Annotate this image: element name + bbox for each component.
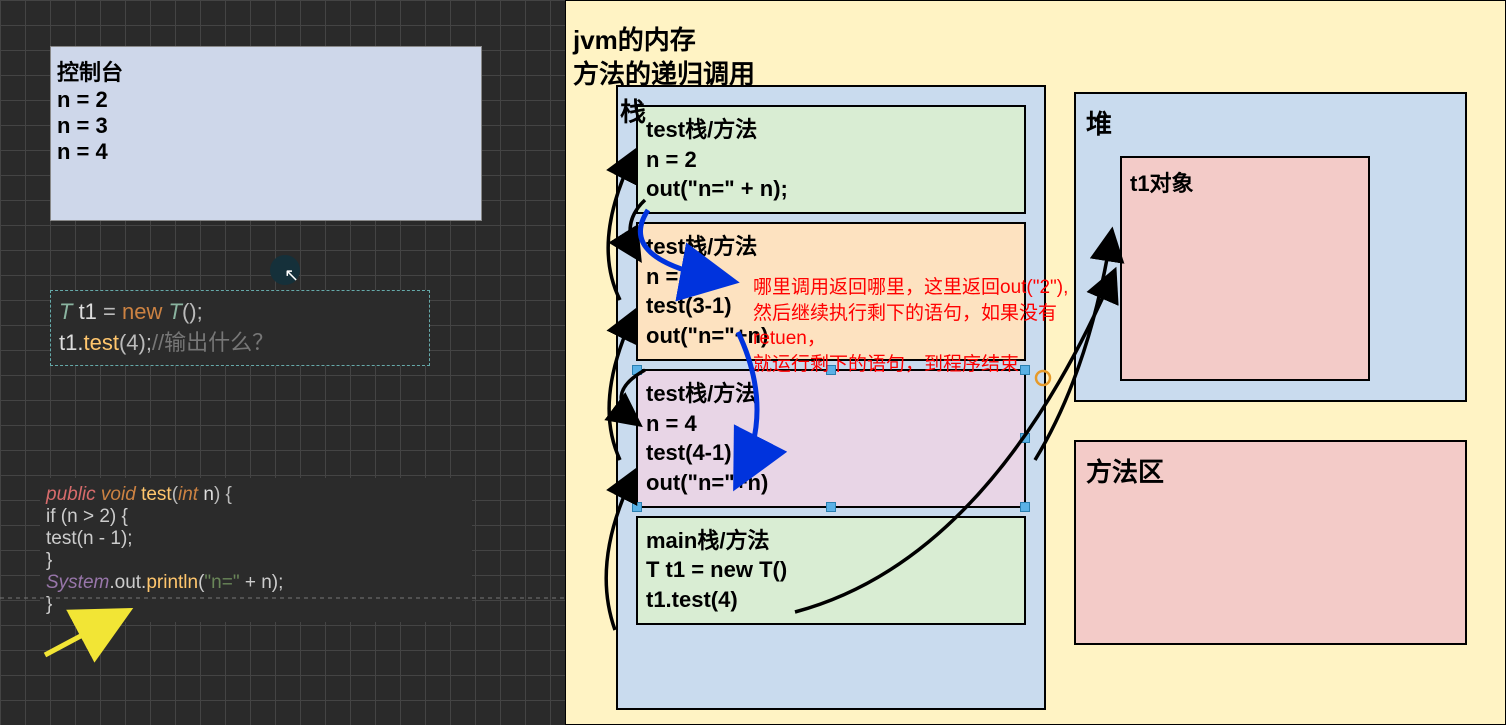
code-line: } (46, 594, 466, 616)
jvm-title-1: jvm的内存 (573, 20, 696, 57)
stack-frame-n4[interactable]: test栈/方法 n = 4 test(4-1) out("n="+n) (636, 369, 1026, 508)
code-line: t1.test(4);//输出什么？ (59, 325, 421, 357)
frame-var: n = 2 (646, 145, 1016, 175)
frame-code: T t1 = new T() (646, 555, 1016, 585)
frame-title: test栈/方法 (646, 379, 1016, 409)
selection-handle[interactable] (826, 502, 836, 512)
frame-title: test栈/方法 (646, 232, 1016, 262)
frame-title: test栈/方法 (646, 115, 1016, 145)
code-line: T t1 = new T(); (59, 299, 421, 325)
console-line-3: n = 4 (57, 139, 475, 165)
stack-label: 栈 (620, 92, 646, 129)
code-snippet-method[interactable]: public void test(int n) { if (n > 2) { t… (40, 478, 472, 622)
frame-var: n = 4 (646, 409, 1016, 439)
note-line: 哪里调用返回哪里，这里返回out("2"), (753, 275, 1123, 301)
console-line-1: n = 2 (57, 87, 475, 113)
heap-object-t1[interactable]: t1对象 (1120, 156, 1370, 381)
code-line: System.out.println("n=" + n); (46, 572, 466, 594)
method-area[interactable]: 方法区 (1074, 440, 1467, 645)
heap-area[interactable]: 堆 t1对象 (1074, 92, 1467, 402)
code-snippet-main[interactable]: T t1 = new T(); t1.test(4);//输出什么？ (50, 290, 430, 366)
stack-frame-main[interactable]: main栈/方法 T t1 = new T() t1.test(4) (636, 516, 1026, 625)
code-line: } (46, 550, 466, 572)
frame-title: main栈/方法 (646, 526, 1016, 556)
code-line: test(n - 1); (46, 528, 466, 550)
stack-area[interactable]: test栈/方法 n = 2 out("n=" + n); test栈/方法 n… (616, 85, 1046, 710)
selection-handle[interactable] (1020, 433, 1030, 443)
cursor-icon: ↖ (284, 265, 299, 286)
note-line: 就运行剩下的语句，到程序结束 (753, 352, 1123, 378)
frame-out: out("n="+n) (646, 468, 1016, 498)
console-line-2: n = 3 (57, 113, 475, 139)
selection-handle[interactable] (632, 365, 642, 375)
heap-object-label: t1对象 (1130, 171, 1194, 196)
stack-frame-n2[interactable]: test栈/方法 n = 2 out("n=" + n); (636, 105, 1026, 214)
console-title: 控制台 (57, 55, 475, 87)
frame-code: out("n=" + n); (646, 174, 1016, 204)
frame-code: t1.test(4) (646, 585, 1016, 615)
note-line: 然后继续执行剩下的语句，如果没有retuen， (753, 301, 1123, 352)
selection-handle[interactable] (1020, 502, 1030, 512)
annotation-red-note: 哪里调用返回哪里，这里返回out("2"), 然后继续执行剩下的语句，如果没有r… (753, 275, 1123, 378)
console-box[interactable]: 控制台 n = 2 n = 3 n = 4 (50, 46, 482, 221)
frame-code: test(4-1) (646, 438, 1016, 468)
method-area-label: 方法区 (1086, 452, 1455, 489)
heap-label: 堆 (1086, 104, 1455, 141)
selection-handle[interactable] (632, 502, 642, 512)
code-line: public void test(int n) { (46, 484, 466, 506)
code-line: if (n > 2) { (46, 506, 466, 528)
